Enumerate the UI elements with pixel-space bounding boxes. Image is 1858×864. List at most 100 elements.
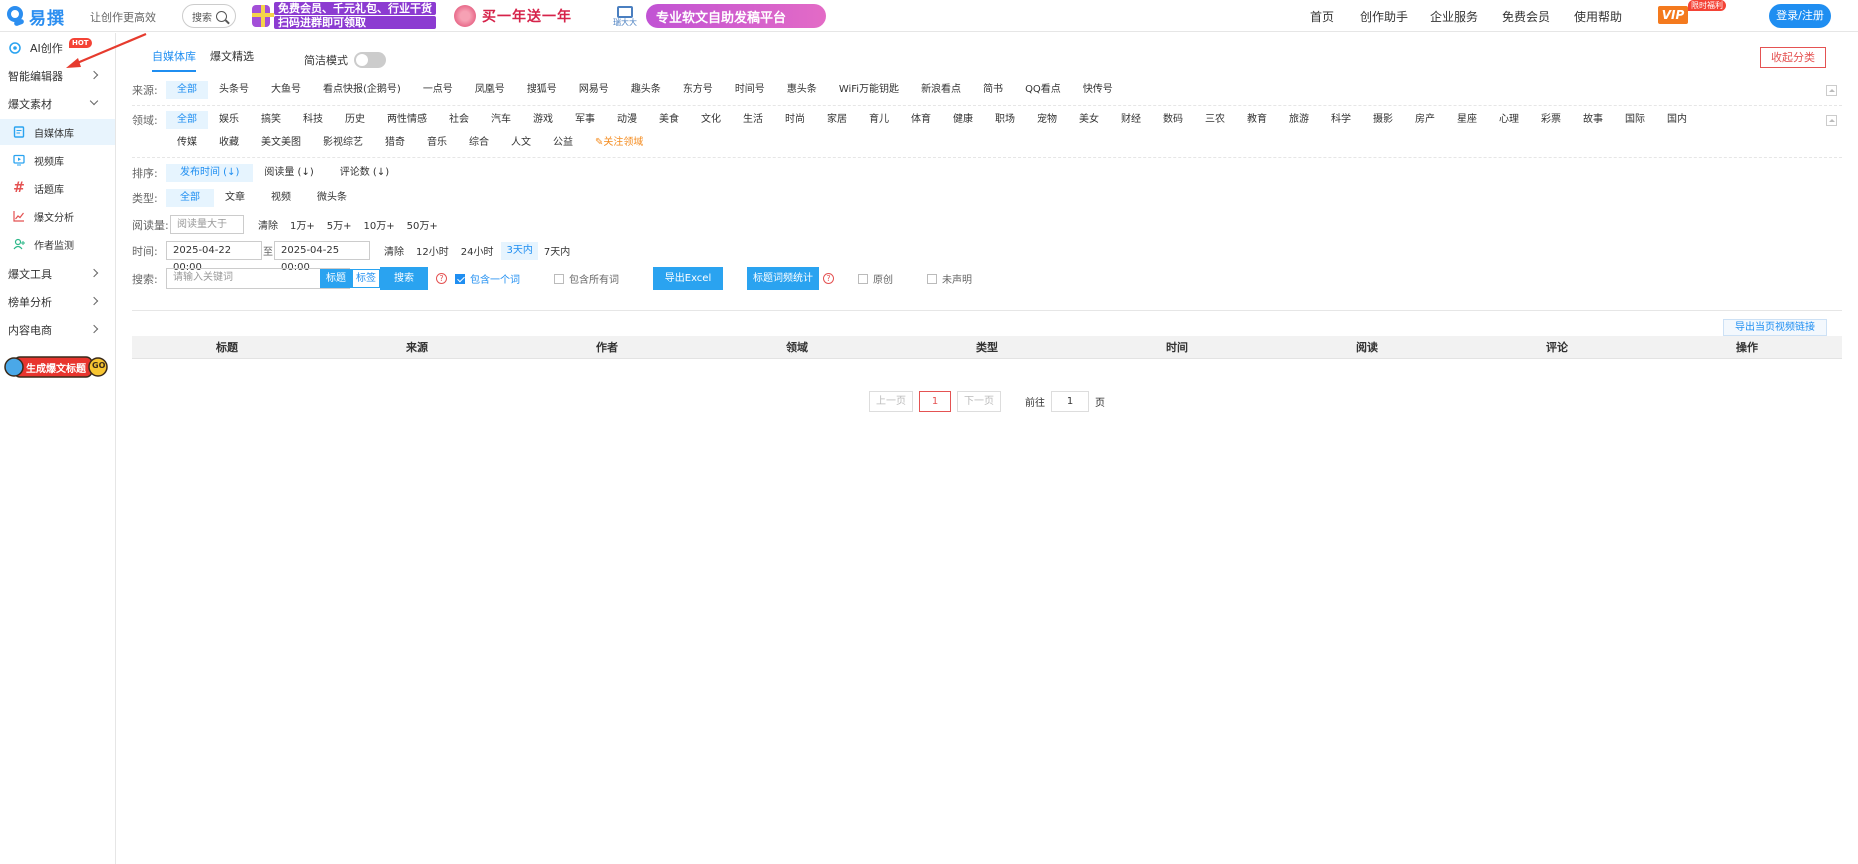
sidebar-item-media-library[interactable]: 自媒体库 — [0, 119, 115, 145]
login-button[interactable]: 登录/注册 — [1769, 4, 1831, 28]
source-chip-11[interactable]: 惠头条 — [776, 81, 828, 99]
reads-10k[interactable]: 1万+ — [290, 217, 315, 232]
field-chip-29[interactable]: 房产 — [1404, 111, 1446, 129]
field-chip-16[interactable]: 育儿 — [858, 111, 900, 129]
reads-clear[interactable]: 清除 — [258, 217, 278, 232]
source-chip-1[interactable]: 头条号 — [208, 81, 260, 99]
fold-icon[interactable] — [1826, 115, 1837, 126]
include-all-checkbox[interactable] — [554, 273, 564, 284]
source-chip-8[interactable]: 趣头条 — [620, 81, 672, 99]
source-chip-6[interactable]: 搜狐号 — [516, 81, 568, 99]
generate-title-promo[interactable]: 生成爆文标题 GO — [4, 351, 108, 383]
field-chip-22[interactable]: 财经 — [1110, 111, 1152, 129]
type-video[interactable]: 视频 — [260, 189, 302, 207]
field-chip-9[interactable]: 军事 — [564, 111, 606, 129]
field-chip-12[interactable]: 文化 — [690, 111, 732, 129]
nav-home[interactable]: 首页 — [1310, 8, 1334, 25]
no-claim-checkbox[interactable] — [927, 273, 937, 284]
type-weitoutiao[interactable]: 微头条 — [306, 189, 358, 207]
type-article[interactable]: 文章 — [214, 189, 256, 207]
search-mode-title[interactable]: 标题 — [320, 269, 352, 288]
field-chip-extra-1[interactable]: 收藏 — [208, 134, 250, 152]
logo[interactable]: 易撰 — [6, 4, 65, 29]
source-chip-15[interactable]: QQ看点 — [1014, 81, 1072, 99]
reads-500k[interactable]: 50万+ — [407, 217, 438, 232]
time-start-input[interactable]: 2025-04-22 00:00 — [166, 241, 262, 273]
field-chip-23[interactable]: 数码 — [1152, 111, 1194, 129]
field-chip-20[interactable]: 宠物 — [1026, 111, 1068, 129]
field-chip-extra-2[interactable]: 美文美图 — [250, 134, 312, 152]
search-mode-tag[interactable]: 标签 — [352, 269, 380, 288]
field-chip-18[interactable]: 健康 — [942, 111, 984, 129]
field-chip-35[interactable]: 国内 — [1656, 111, 1698, 129]
goto-page-input[interactable]: 1 — [1051, 391, 1089, 412]
vip-badge[interactable]: VIP — [1658, 6, 1688, 24]
field-chip-11[interactable]: 美食 — [648, 111, 690, 129]
time-7days[interactable]: 7天内 — [544, 243, 570, 258]
field-chip-24[interactable]: 三农 — [1194, 111, 1236, 129]
field-chip-15[interactable]: 家居 — [816, 111, 858, 129]
source-chip-10[interactable]: 时间号 — [724, 81, 776, 99]
field-chip-extra-3[interactable]: 影视综艺 — [312, 134, 374, 152]
sort-by-time[interactable]: 发布时间 (↓) — [166, 164, 254, 182]
field-chip-26[interactable]: 旅游 — [1278, 111, 1320, 129]
field-chip-7[interactable]: 汽车 — [480, 111, 522, 129]
prev-page-button[interactable]: 上一页 — [869, 391, 913, 412]
help-icon[interactable]: ? — [823, 273, 834, 284]
tab-media-library[interactable]: 自媒体库 — [152, 48, 196, 72]
header-search-button[interactable]: 搜索 — [182, 4, 236, 28]
simple-mode-toggle[interactable] — [354, 52, 386, 68]
field-chip-25[interactable]: 教育 — [1236, 111, 1278, 129]
field-chip-19[interactable]: 职场 — [984, 111, 1026, 129]
sidebar-item-ecommerce[interactable]: 内容电商 — [0, 317, 115, 343]
search-button[interactable]: 搜索 — [380, 267, 428, 290]
help-icon[interactable]: ? — [436, 273, 447, 284]
field-chip-33[interactable]: 故事 — [1572, 111, 1614, 129]
field-chip-21[interactable]: 美女 — [1068, 111, 1110, 129]
field-chip-2[interactable]: 搞笑 — [250, 111, 292, 129]
field-chip-extra-6[interactable]: 综合 — [458, 134, 500, 152]
field-chip-13[interactable]: 生活 — [732, 111, 774, 129]
sidebar-item-author-monitor[interactable]: 作者监测 — [0, 231, 115, 257]
reads-input[interactable]: 阅读量大于 — [170, 215, 244, 234]
promo-banner[interactable]: 买一年送一年 — [454, 2, 588, 30]
export-video-links-button[interactable]: 导出当页视频链接 — [1723, 319, 1827, 336]
field-chip-extra-8[interactable]: 公益 — [542, 134, 584, 152]
sort-by-comments[interactable]: 评论数 (↓) — [329, 164, 400, 182]
next-page-button[interactable]: 下一页 — [957, 391, 1001, 412]
field-chip-34[interactable]: 国际 — [1614, 111, 1656, 129]
field-chip-30[interactable]: 星座 — [1446, 111, 1488, 129]
source-chip-9[interactable]: 东方号 — [672, 81, 724, 99]
source-chip-16[interactable]: 快传号 — [1072, 81, 1124, 99]
field-chip-31[interactable]: 心理 — [1488, 111, 1530, 129]
free-member-banner[interactable]: 免费会员、千元礼包、行业干货 扫码进群即可领取 — [252, 2, 436, 30]
field-chip-17[interactable]: 体育 — [900, 111, 942, 129]
sidebar-item-rank[interactable]: 榜单分析 — [0, 289, 115, 315]
field-chip-3[interactable]: 科技 — [292, 111, 334, 129]
source-chip-14[interactable]: 简书 — [972, 81, 1014, 99]
field-chip-10[interactable]: 动漫 — [606, 111, 648, 129]
source-chip-4[interactable]: 一点号 — [412, 81, 464, 99]
field-chip-6[interactable]: 社会 — [438, 111, 480, 129]
source-chip-0[interactable]: 全部 — [166, 81, 208, 99]
nav-enterprise[interactable]: 企业服务 — [1430, 8, 1478, 25]
export-excel-button[interactable]: 导出Excel — [653, 267, 723, 290]
field-chip-extra-7[interactable]: 人文 — [500, 134, 542, 152]
source-chip-7[interactable]: 网易号 — [568, 81, 620, 99]
time-end-input[interactable]: 2025-04-25 00:00 — [274, 241, 370, 273]
sidebar-item-video-library[interactable]: 视频库 — [0, 147, 115, 173]
type-all[interactable]: 全部 — [166, 189, 214, 207]
field-chip-14[interactable]: 时尚 — [774, 111, 816, 129]
sidebar-item-material[interactable]: 爆文素材 — [0, 91, 115, 117]
reads-50k[interactable]: 5万+ — [327, 217, 352, 232]
field-chip-32[interactable]: 彩票 — [1530, 111, 1572, 129]
time-24h[interactable]: 24小时 — [461, 243, 494, 258]
field-chip-28[interactable]: 摄影 — [1362, 111, 1404, 129]
sidebar-item-analysis[interactable]: 爆文分析 — [0, 203, 115, 229]
reads-100k[interactable]: 10万+ — [364, 217, 395, 232]
field-chip-1[interactable]: 娱乐 — [208, 111, 250, 129]
field-chip-8[interactable]: 游戏 — [522, 111, 564, 129]
field-chip-5[interactable]: 两性情感 — [376, 111, 438, 129]
sidebar-item-tools[interactable]: 爆文工具 — [0, 261, 115, 287]
field-chip-extra-4[interactable]: 猎奇 — [374, 134, 416, 152]
